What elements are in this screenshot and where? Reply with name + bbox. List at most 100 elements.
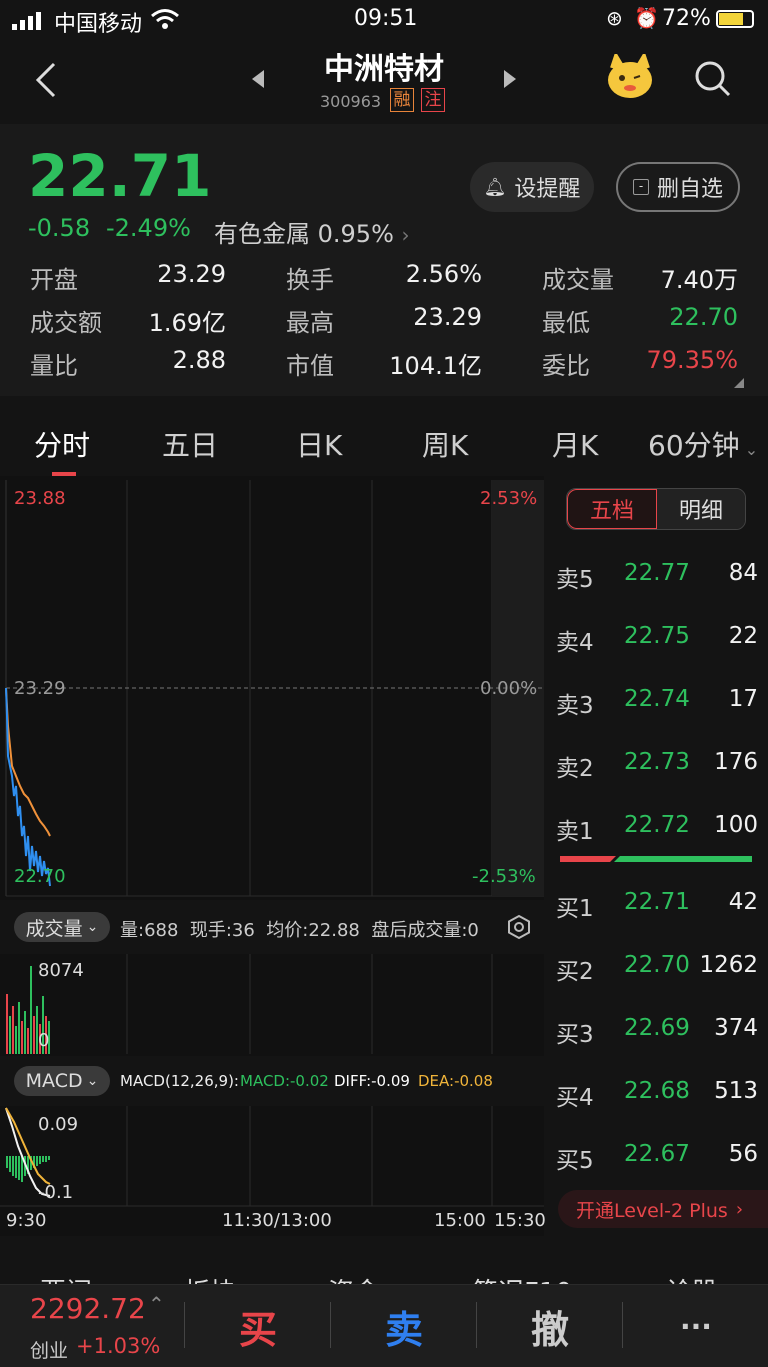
ask-row[interactable]: 卖2 22.73 176 [556,749,762,789]
ask-price: 22.72 [624,812,690,838]
prev-stock-icon[interactable] [252,70,266,88]
macd-value: MACD:-0.02 [240,1072,329,1090]
cancel-order-label: 撤 [530,1307,569,1352]
ask-row[interactable]: 卖4 22.75 22 [556,623,762,663]
stock-code: 300963 [320,92,382,111]
ask-label: 卖4 [556,630,594,656]
bid-price: 22.67 [624,1141,690,1167]
dea-value: DEA:-0.08 [418,1072,493,1090]
volume-indicator-select[interactable]: 成交量 ⌄ [14,912,110,942]
tab-five-level-label: 五档 [589,499,634,524]
metrics-grid: 开盘 23.29 换手 2.56% 成交量 7.40万 成交额 1.69亿 最高… [0,258,768,388]
wifi-icon [151,9,179,29]
info-tabs: 要闻 板块 资金 简况F10 诊股 [0,1238,768,1288]
more-button[interactable]: ··· [624,1290,768,1362]
tab-weekly-k[interactable]: 周K [422,424,468,464]
ask-label: 卖1 [556,819,594,845]
bid-qty: 56 [728,1141,758,1167]
bell-icon: 🔔︎ [483,176,507,198]
bid-row[interactable]: 买2 22.70 1262 [556,952,762,992]
metric-label: 量比 [30,352,78,380]
bid-row[interactable]: 买1 22.71 42 [556,889,762,929]
ask-qty: 22 [728,623,758,649]
bid-price: 22.68 [624,1078,690,1104]
sector-label: 有色金属 0.95% [214,220,394,248]
bid-row[interactable]: 买4 22.68 513 [556,1078,762,1118]
time-start-label: 9:30 [6,1210,47,1231]
volume-max-label: 8074 [38,960,84,981]
bid-qty: 42 [728,889,758,915]
price-change-pct: -2.49% [106,214,191,242]
ask-row[interactable]: 卖1 22.72 100 [556,812,762,852]
chevron-right-icon: › [735,1198,744,1220]
sell-button[interactable]: 卖 [332,1290,476,1362]
tab-monthly-k[interactable]: 月K [552,424,598,464]
buy-button[interactable]: 买 [186,1290,330,1362]
more-icon: ··· [680,1309,712,1343]
tab-five-level[interactable]: 五档 [567,489,657,529]
volume-header: 成交量 ⌄ 量:688 现手:36 均价:22.88 盘后成交量:0 [0,900,544,954]
divider [622,1302,623,1348]
ask-label: 卖2 [556,756,594,782]
set-alert-button[interactable]: 🔔︎ 设提醒 [470,162,594,212]
ask-qty: 176 [714,749,758,775]
metric-value: 1.69亿 [148,309,226,337]
metric-label: 市值 [286,352,334,380]
ask-qty: 100 [714,812,758,838]
macd-params: MACD(12,26,9): [120,1072,239,1090]
tab-five-day[interactable]: 五日 [162,424,218,464]
lock-rotation-icon: ⊛ [606,6,623,30]
metric-value: 104.1亿 [389,352,482,380]
mascot-icon[interactable] [604,54,656,100]
tab-intraday[interactable]: 分时 [34,424,90,464]
chevron-down-icon: ⌄ [744,440,759,459]
chevron-up-icon: ⌃ [148,1292,165,1316]
chevron-right-icon: › [401,223,410,247]
orderbook-tabs: 五档 明细 [566,488,746,530]
alarm-icon: ⏰ [634,6,659,30]
current-price: 22.71 [28,142,212,210]
status-bar: 中国移动 09:51 ⊛ ⏰ 72% [0,0,768,40]
metric-value: 2.88 [172,346,226,374]
next-stock-icon[interactable] [502,70,516,88]
intraday-chart[interactable] [0,476,544,1236]
bid-row[interactable]: 买5 22.67 56 [556,1141,762,1181]
bid-price: 22.70 [624,952,690,978]
index-widget[interactable]: 2292.72 ⌃ 创业 +1.03% [0,1284,184,1366]
remove-watchlist-button[interactable]: - 删自选 [616,162,740,212]
macd-top-label: 0.09 [38,1114,79,1135]
tab-daily-k[interactable]: 日K [296,424,342,464]
expand-corner-icon[interactable] [734,378,744,388]
tab-60min[interactable]: 60分钟 ⌄ [648,424,758,464]
metric-label: 委比 [542,352,590,380]
settings-icon[interactable] [506,914,532,940]
ask-price: 22.73 [624,749,690,775]
bid-price: 22.69 [624,1015,690,1041]
price-change: -0.58 [28,214,91,242]
header: 中洲特材 300963 融 注 [0,40,768,120]
watch-badge: 注 [421,88,445,112]
bid-row[interactable]: 买3 22.69 374 [556,1015,762,1055]
search-icon[interactable] [694,60,732,98]
bid-qty: 1262 [699,952,758,978]
index-change: +1.03% [76,1334,161,1358]
ask-row[interactable]: 卖5 22.77 84 [556,560,762,600]
macd-indicator-select[interactable]: MACD ⌄ [14,1066,110,1096]
battery-icon [716,10,754,28]
tab-detail[interactable]: 明细 [657,489,745,529]
ask-price: 22.77 [624,560,690,586]
bid-label: 买5 [556,1148,594,1174]
back-icon[interactable] [34,62,58,98]
metric-value: 23.29 [157,260,226,288]
metric-value: 23.29 [413,303,482,331]
metric-label: 最低 [542,309,590,337]
ask-qty: 84 [728,560,758,586]
ask-row[interactable]: 卖3 22.74 17 [556,686,762,726]
time-mid-label: 11:30/13:00 [222,1210,332,1231]
stock-name: 中洲特材 [324,52,444,87]
bid-qty: 374 [714,1015,758,1041]
bid-label: 买4 [556,1085,594,1111]
sector-link[interactable]: 有色金属 0.95% › [214,214,410,249]
cancel-order-button[interactable]: 撤 [478,1290,622,1362]
level2-upgrade-button[interactable]: 开通Level-2 Plus › [558,1190,768,1228]
